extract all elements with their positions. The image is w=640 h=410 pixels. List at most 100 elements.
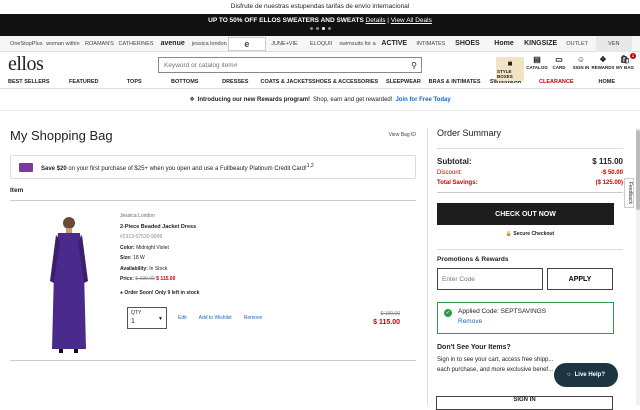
brand-link[interactable]: swimsuits for all bbox=[339, 41, 376, 47]
nav-bras-intimates[interactable]: BRAS & INTIMATES bbox=[429, 79, 481, 85]
live-help-button[interactable]: ○ Live Help? bbox=[554, 363, 618, 387]
item-column-header: Item bbox=[10, 187, 416, 201]
brand-link-ellos-active[interactable]: e bbox=[227, 36, 267, 51]
cc-offer-text: Save $20 on your first purchase of $25+ … bbox=[41, 162, 314, 172]
quantity-select[interactable]: QTY 1 ▼ bbox=[127, 307, 167, 329]
credit-card-icon: ▭ bbox=[555, 55, 563, 64]
promo-view-all-link[interactable]: View All Deals bbox=[391, 17, 432, 24]
style-boxes-label: STYLE BOXES bbox=[497, 69, 513, 79]
clock-icon: ● bbox=[120, 289, 124, 296]
rewards-banner: ❖ Introducing our new Rewards program! S… bbox=[0, 89, 640, 111]
gift-icon: ❖ bbox=[599, 55, 607, 64]
credit-card-icon bbox=[19, 162, 33, 172]
nav-featured[interactable]: FEATURED bbox=[59, 79, 110, 85]
brand-link[interactable]: SHOES bbox=[449, 40, 486, 47]
item-sku: #2313-07530-9999 bbox=[120, 234, 163, 240]
book-icon: ▤ bbox=[533, 55, 541, 64]
summary-sign-in-button[interactable]: SIGN IN bbox=[436, 396, 613, 410]
brand-link[interactable]: Home bbox=[486, 40, 523, 47]
item-price: Price: $ 190.00 $ 115.00 bbox=[120, 276, 176, 282]
search-bar: ⚲ bbox=[158, 57, 422, 73]
nav-shoes-accessories[interactable]: SHOES & ACCESSORIES bbox=[312, 79, 378, 85]
promo-code-row: APPLY bbox=[437, 268, 623, 290]
product-image[interactable] bbox=[44, 211, 94, 356]
promotions-header: Promotions & Rewards bbox=[437, 256, 509, 263]
brand-link[interactable]: avenue bbox=[154, 40, 191, 47]
brand-link[interactable]: ELOQUII bbox=[303, 41, 340, 47]
rewards-join-link[interactable]: Join for Free Today bbox=[395, 97, 450, 103]
my-bag-label: MY BAG bbox=[616, 65, 634, 70]
nav-sleepwear[interactable]: SLEEPWEAR bbox=[378, 79, 429, 85]
edit-link[interactable]: Edit bbox=[178, 315, 187, 321]
item-brand: Jessica London bbox=[120, 213, 155, 219]
discount-row: Discount: -$ 50.00 bbox=[437, 170, 623, 176]
item-name[interactable]: 2-Piece Beaded Jacket Dress bbox=[120, 222, 199, 233]
rewards-button[interactable]: ❖ REWARDS bbox=[591, 55, 615, 70]
brand-link[interactable]: CATHERINES bbox=[118, 41, 155, 47]
sign-in-button[interactable]: ☺ SIGN IN bbox=[572, 55, 590, 70]
credit-card-offer: Save $20 on your first purchase of $25+ … bbox=[10, 155, 416, 179]
apply-code-button[interactable]: APPLY bbox=[547, 268, 613, 290]
scrollbar-thumb[interactable] bbox=[636, 130, 640, 210]
check-icon: ✓ bbox=[444, 309, 452, 317]
brand-link[interactable]: VEN bbox=[595, 35, 633, 52]
applied-code-text: Applied Code: SEPTSAVINGS bbox=[458, 308, 547, 315]
ellos-logo[interactable]: ellos bbox=[8, 53, 68, 76]
checkout-button[interactable]: CHECK OUT NOW bbox=[437, 203, 614, 225]
brand-link[interactable]: ACTIVE bbox=[376, 40, 413, 47]
brand-link[interactable]: INTIMATES bbox=[413, 41, 450, 47]
add-to-wishlist-link[interactable]: Add to Wishlist bbox=[199, 315, 232, 321]
page-title: My Shopping Bag bbox=[10, 128, 113, 143]
brand-link[interactable]: OUTLET bbox=[559, 41, 596, 47]
nav-best-sellers[interactable]: BEST SELLERS bbox=[8, 79, 59, 85]
my-bag-button[interactable]: 🛍 1 MY BAG bbox=[616, 53, 636, 70]
catalog-label: CATALOG bbox=[526, 65, 548, 70]
nav-bottoms[interactable]: BOTTOMS bbox=[160, 79, 211, 85]
box-icon: ■ bbox=[507, 59, 513, 68]
chat-icon: ○ bbox=[567, 372, 571, 378]
chevron-down-icon: ▼ bbox=[158, 316, 163, 322]
header-icons: ■ STYLE BOXES ▤ CATALOG ▭ CARD ☺ SIGN IN… bbox=[496, 53, 636, 81]
view-bag-id-link[interactable]: View Bag ID bbox=[389, 132, 416, 138]
promo-code-input[interactable] bbox=[437, 268, 543, 290]
item-size: Size: 18 W bbox=[120, 255, 145, 261]
rewards-headline: Introducing our new Rewards program! bbox=[197, 96, 311, 103]
search-input[interactable] bbox=[159, 58, 407, 72]
brand-link[interactable]: ROAMAN'S bbox=[81, 41, 118, 47]
carousel-dot[interactable] bbox=[309, 27, 313, 30]
brand-link[interactable]: OneStopPlus bbox=[8, 41, 45, 47]
feedback-tab[interactable]: Feedback bbox=[624, 178, 634, 208]
catalog-button[interactable]: ▤ CATALOG bbox=[526, 55, 548, 70]
carousel-dot[interactable] bbox=[315, 27, 319, 30]
promo-text: UP TO 50% OFF ELLOS SWEATERS AND SWEATS bbox=[208, 17, 364, 24]
brand-link[interactable]: jessica london bbox=[191, 41, 228, 47]
promo-details-link[interactable]: Details bbox=[366, 17, 386, 24]
carousel-dots[interactable] bbox=[0, 27, 640, 30]
sign-in-label: SIGN IN bbox=[572, 65, 590, 70]
user-icon: ☺ bbox=[576, 55, 586, 64]
promo-banner: UP TO 50% OFF ELLOS SWEATERS AND SWEATS … bbox=[0, 14, 640, 36]
card-button[interactable]: ▭ CARD bbox=[550, 55, 568, 70]
rewards-icon: ❖ bbox=[189, 97, 195, 103]
line-sale-price: $ 115.00 bbox=[373, 319, 400, 326]
carousel-dot-active[interactable] bbox=[321, 27, 325, 30]
brand-link[interactable]: JUNE+VIE bbox=[266, 41, 303, 47]
search-icon[interactable]: ⚲ bbox=[407, 61, 421, 70]
card-label: CARD bbox=[552, 65, 566, 70]
nav-tops[interactable]: TOPS bbox=[109, 79, 160, 85]
style-boxes-button[interactable]: ■ STYLE BOXES bbox=[496, 57, 524, 81]
nav-dresses[interactable]: DRESSES bbox=[210, 79, 261, 85]
brand-link[interactable]: KINGSIZE bbox=[522, 40, 559, 47]
site-header: ellos ⚲ ■ STYLE BOXES ▤ CATALOG ▭ CARD ☺… bbox=[0, 52, 640, 81]
item-details: Jessica London 2-Piece Beaded Jacket Dre… bbox=[120, 211, 199, 298]
nav-coats-jackets[interactable]: COATS & JACKETS bbox=[261, 79, 313, 85]
rewards-label: REWARDS bbox=[591, 65, 615, 70]
remove-code-link[interactable]: Remove bbox=[458, 318, 607, 325]
stock-note: ● Order Soon! Only 9 left in stock bbox=[120, 289, 200, 296]
item-line-price: $ 190.00 $ 115.00 bbox=[373, 311, 400, 326]
item-availability: Availability: In Stock bbox=[120, 265, 168, 272]
item-actions: Edit Add to Wishlist Remove bbox=[178, 315, 262, 321]
carousel-dot[interactable] bbox=[327, 27, 331, 30]
brand-link[interactable]: woman within bbox=[45, 41, 82, 47]
remove-link[interactable]: Remove bbox=[244, 315, 263, 321]
